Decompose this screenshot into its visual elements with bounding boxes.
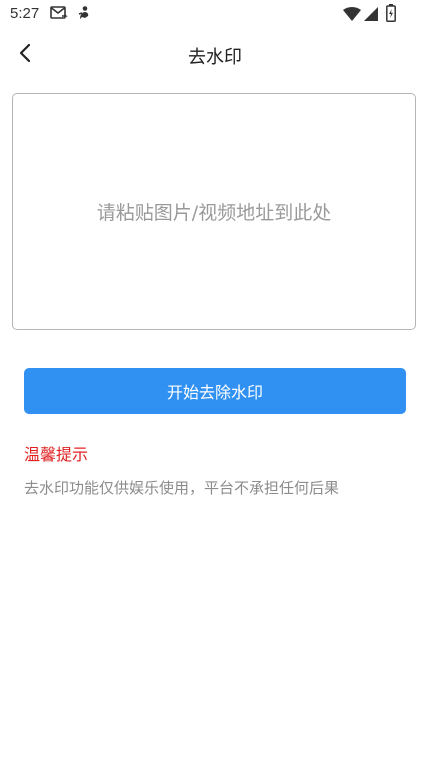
status-time: 5:27	[10, 5, 40, 22]
url-paste-area[interactable]: 请粘贴图片/视频地址到此处	[12, 93, 416, 330]
page-title: 去水印	[188, 47, 242, 68]
wifi-icon	[343, 6, 361, 25]
signal-icon	[364, 6, 378, 25]
start-remove-watermark-button[interactable]: 开始去除水印	[24, 368, 406, 414]
battery-icon	[386, 4, 396, 26]
nav-bar: 去水印	[0, 34, 430, 76]
tips-text: 去水印功能仅供娱乐使用，平台不承担任何后果	[24, 479, 340, 497]
status-bar: 5:27	[0, 0, 430, 30]
tips-title: 温馨提示	[24, 445, 89, 464]
message-icon	[50, 5, 68, 25]
notification-figure-icon	[76, 5, 92, 25]
